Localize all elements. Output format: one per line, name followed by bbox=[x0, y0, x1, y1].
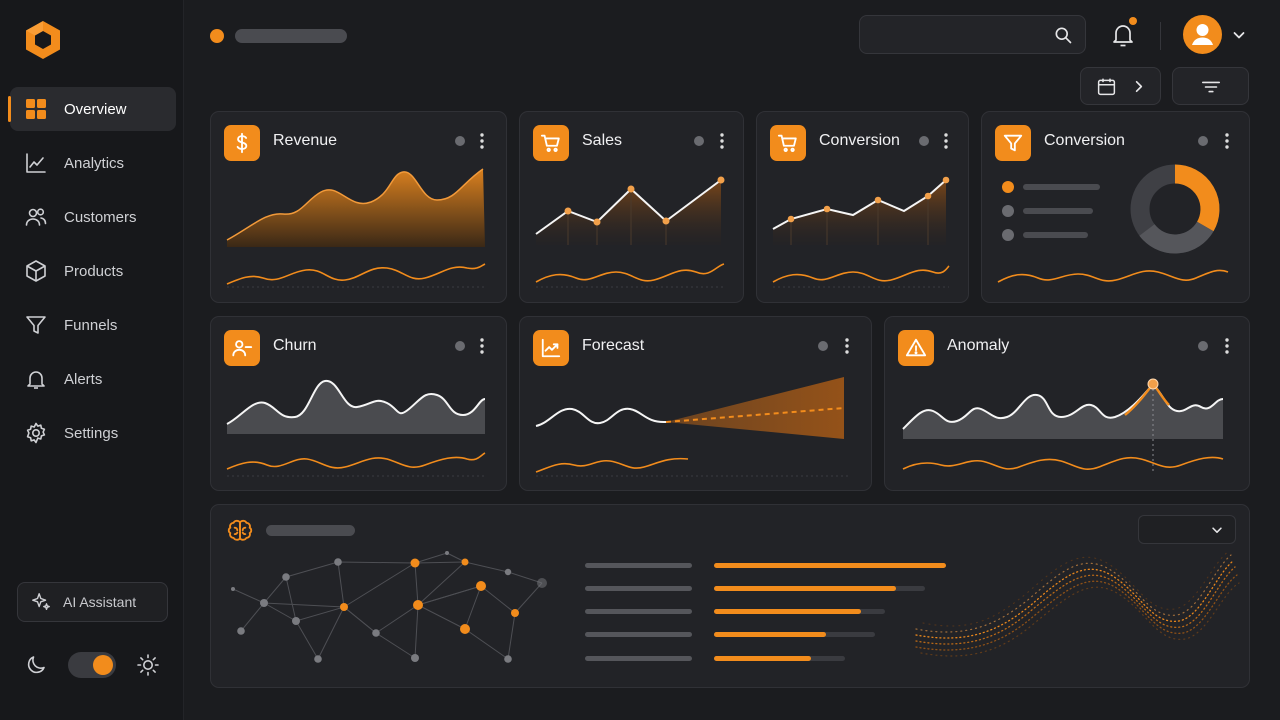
chevron-down-icon[interactable] bbox=[1231, 27, 1247, 43]
users-icon bbox=[25, 208, 47, 226]
moon-icon[interactable] bbox=[24, 653, 48, 677]
conversion-donut-card[interactable]: Conversion bbox=[981, 111, 1250, 303]
sidebar-item-products[interactable]: Products bbox=[10, 249, 176, 293]
sidebar-item-label: Funnels bbox=[64, 316, 118, 334]
sidebar-item-analytics[interactable]: Analytics bbox=[10, 141, 176, 185]
theme-switcher bbox=[24, 650, 164, 680]
forecast-card[interactable]: Forecast bbox=[519, 316, 872, 491]
sidebar-item-label: Products bbox=[64, 262, 124, 280]
filter-icon bbox=[1201, 81, 1221, 93]
insights-panel bbox=[210, 504, 1250, 688]
anomaly-card[interactable]: Anomaly bbox=[884, 316, 1250, 491]
conversion-card[interactable]: Conversion bbox=[756, 111, 969, 303]
sidebar-item-settings[interactable]: Settings bbox=[10, 411, 176, 455]
sales-line-chart bbox=[535, 176, 725, 288]
sun-icon[interactable] bbox=[136, 653, 160, 677]
sidebar-item-label: Analytics bbox=[64, 154, 125, 172]
cube-icon bbox=[26, 260, 46, 282]
chevron-right-icon bbox=[1135, 80, 1143, 93]
revenue-card[interactable]: Revenue bbox=[210, 111, 507, 303]
forecast-chart bbox=[535, 377, 850, 477]
toggle-knob bbox=[93, 655, 113, 675]
logo-icon[interactable] bbox=[22, 19, 64, 61]
status-dot bbox=[210, 29, 224, 43]
churn-card[interactable]: Churn bbox=[210, 316, 507, 491]
sidebar-item-label: Customers bbox=[64, 208, 137, 226]
notification-badge bbox=[1129, 17, 1137, 25]
ai-assistant-button[interactable]: AI Assistant bbox=[17, 582, 168, 622]
funnel-icon bbox=[26, 316, 46, 334]
sidebar-item-label: Settings bbox=[64, 424, 119, 442]
page-title-placeholder bbox=[235, 29, 347, 43]
network-graph bbox=[231, 550, 1240, 663]
sparkle-icon bbox=[32, 593, 50, 611]
revenue-area-chart bbox=[226, 168, 486, 288]
calendar-icon bbox=[1097, 78, 1116, 96]
sidebar: Overview Analytics Customers Products Fu… bbox=[0, 0, 184, 720]
sidebar-item-alerts[interactable]: Alerts bbox=[10, 357, 176, 401]
divider bbox=[1160, 22, 1161, 50]
sidebar-item-overview[interactable]: Overview bbox=[8, 87, 176, 131]
conversion-line-chart bbox=[772, 176, 950, 288]
date-range-button[interactable] bbox=[1080, 67, 1161, 105]
ai-assistant-label: AI Assistant bbox=[63, 594, 137, 610]
search-input[interactable] bbox=[872, 24, 1042, 46]
anomaly-chart bbox=[902, 378, 1224, 473]
filter-button[interactable] bbox=[1172, 67, 1249, 105]
sidebar-item-funnels[interactable]: Funnels bbox=[10, 303, 176, 347]
particle-wave bbox=[915, 550, 1240, 657]
sidebar-item-customers[interactable]: Customers bbox=[10, 195, 176, 239]
grid-icon bbox=[26, 99, 46, 119]
theme-toggle[interactable] bbox=[68, 652, 116, 678]
gear-icon bbox=[26, 422, 46, 444]
conversion-donut-chart bbox=[997, 164, 1229, 283]
search-box[interactable] bbox=[859, 15, 1086, 54]
sidebar-item-label: Overview bbox=[64, 100, 127, 118]
user-icon bbox=[1192, 24, 1213, 45]
insight-bars bbox=[585, 563, 946, 661]
search-icon[interactable] bbox=[1053, 25, 1073, 45]
bell-icon bbox=[27, 371, 45, 389]
churn-area-chart bbox=[226, 380, 486, 477]
avatar[interactable] bbox=[1183, 15, 1222, 54]
sales-card[interactable]: Sales bbox=[519, 111, 744, 303]
chart-line-icon bbox=[26, 153, 46, 173]
sidebar-item-label: Alerts bbox=[64, 370, 103, 388]
